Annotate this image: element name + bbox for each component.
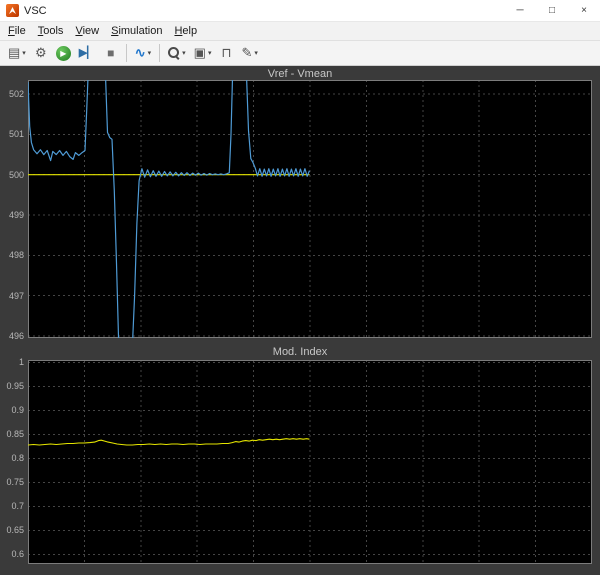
minimize-button[interactable]: ─ (504, 0, 536, 22)
zoom-button[interactable]: ▾ (165, 43, 189, 63)
y-tick-label: 0.95 (6, 381, 24, 392)
chart-mod-index: Mod. Index 1 0.95 0.9 0.85 0.8 0.75 0.7 0.65 0.6 (0, 346, 600, 564)
signal-wave-icon: ∿ (134, 45, 146, 60)
run-button[interactable]: ▶ (53, 43, 74, 63)
trigger-pulse-icon: ⊓ (221, 45, 232, 60)
signal-style-button[interactable]: ∿ ▾ (132, 43, 154, 63)
dropdown-caret-icon: ▾ (207, 50, 212, 57)
step-forward-icon: ▶▏ (78, 47, 96, 59)
dropdown-caret-icon: ▾ (182, 50, 186, 57)
menu-simulation[interactable]: Simulation (105, 23, 168, 39)
magnifier-icon (168, 47, 180, 59)
y-tick-label: 0.75 (6, 477, 24, 488)
series-Mod-Index (28, 438, 310, 446)
pen-icon: ✎ (241, 45, 253, 60)
y-tick-label: 0.85 (6, 429, 24, 440)
toolbar-separator (159, 44, 161, 62)
toolbar-separator (125, 44, 127, 62)
y-tick-label: 0.7 (11, 501, 24, 512)
gear-icon: ⚙ (34, 45, 47, 60)
autoscale-axes-button[interactable]: ▣ ▾ (191, 43, 215, 63)
step-forward-button[interactable]: ▶▏ (76, 43, 99, 63)
scope-display: Vref - Vmean 502 501 500 499 498 497 496 Mod. In… (0, 66, 600, 575)
y-tick-label: 498 (8, 250, 24, 261)
menu-view[interactable]: View (69, 23, 105, 39)
window-controls: ─ □ × (504, 0, 600, 22)
menu-tools[interactable]: Tools (32, 23, 70, 39)
y-tick-label: 0.65 (6, 525, 24, 536)
menu-help[interactable]: Help (168, 23, 203, 39)
y-tick-label: 501 (8, 129, 24, 140)
y-tick-label: 499 (8, 210, 24, 221)
print-button[interactable]: ▤ ▾ (5, 43, 29, 63)
y-tick-label: 500 (8, 169, 24, 180)
menu-bar: File Tools View Simulation Help (0, 22, 600, 41)
toolbar: ▤ ▾ ⚙ ▶ ▶▏ ■ ∿ ▾ ▾ ▣ ▾ ⊓ ✎ ▾ (0, 41, 600, 66)
stop-button[interactable]: ■ (101, 43, 121, 63)
plot-area-vref-vmean[interactable] (28, 80, 592, 338)
app-icon (6, 4, 19, 17)
plot-area-mod-index[interactable] (28, 360, 592, 564)
maximize-button[interactable]: □ (536, 0, 568, 22)
title-bar: VSC ─ □ × (0, 0, 600, 22)
y-tick-label: 502 (8, 89, 24, 100)
chart-title-mod-index: Mod. Index (272, 346, 328, 358)
chart-vref-vmean: Vref - Vmean 502 501 500 499 498 497 496 (0, 68, 600, 341)
series-Vmean (28, 80, 310, 338)
y-tick-label: 0.8 (11, 453, 24, 464)
chart-title-vref-vmean: Vref - Vmean (267, 68, 333, 80)
play-icon: ▶ (55, 45, 71, 61)
y-tick-label: 1 (18, 357, 24, 368)
autoscale-icon: ▣ (193, 45, 206, 60)
dropdown-caret-icon: ▾ (254, 50, 258, 57)
y-tick-label: 0.6 (11, 549, 24, 560)
y-tick-label: 497 (8, 290, 24, 301)
stop-icon: ■ (107, 46, 115, 60)
y-tick-label: 496 (8, 330, 24, 341)
settings-button[interactable]: ⚙ (31, 43, 51, 63)
dropdown-caret-icon: ▾ (22, 50, 26, 57)
dropdown-caret-icon: ▾ (147, 50, 152, 57)
trigger-button[interactable]: ⊓ (216, 43, 236, 63)
menu-file[interactable]: File (2, 23, 32, 39)
close-button[interactable]: × (568, 0, 600, 22)
printer-icon: ▤ (8, 45, 21, 60)
measurements-button[interactable]: ✎ ▾ (238, 43, 260, 63)
y-tick-label: 0.9 (11, 405, 24, 416)
window-title: VSC (24, 4, 47, 17)
